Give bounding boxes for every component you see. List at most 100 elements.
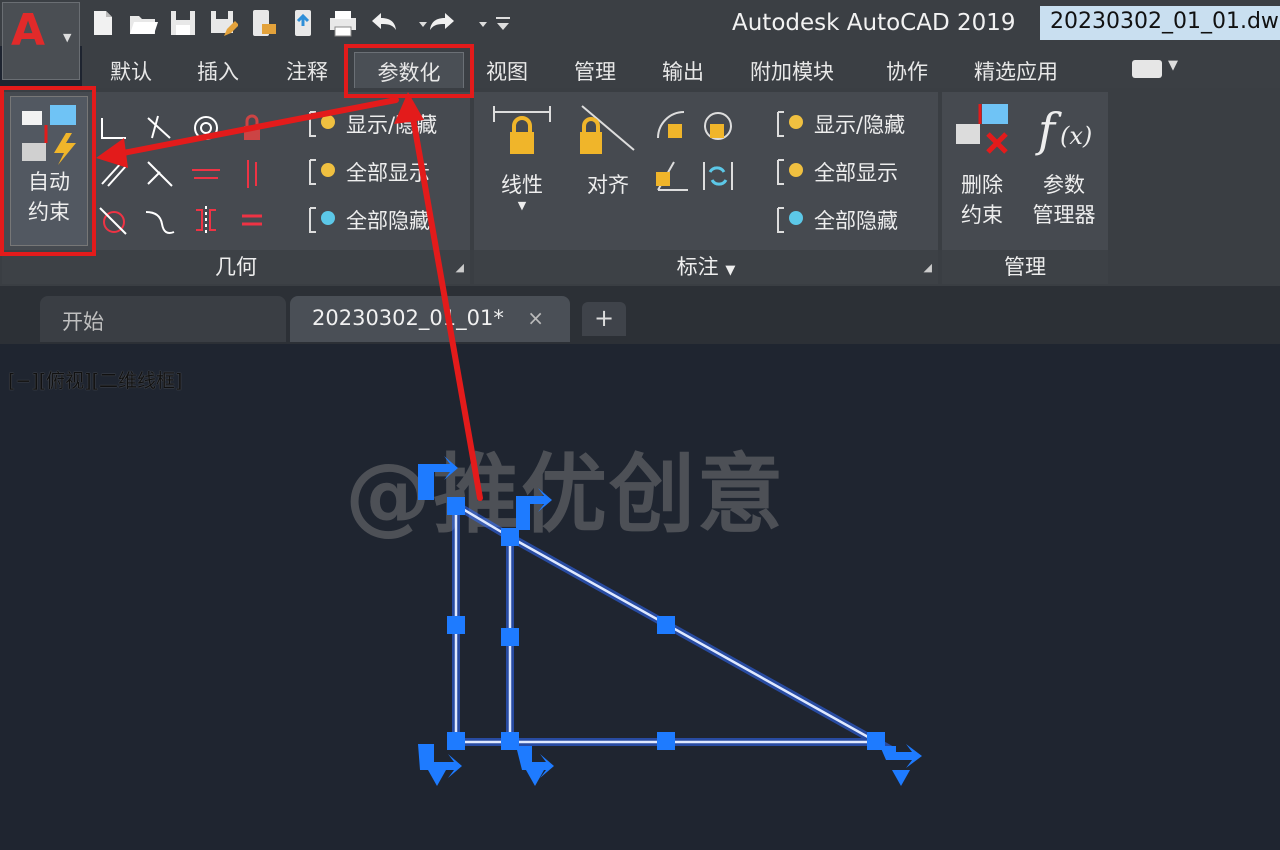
panel-manage: 删除 约束 f (x) 参数 管理器 管理 bbox=[942, 92, 1108, 284]
geo-show-hide-button[interactable]: 显示/隐藏 bbox=[306, 106, 437, 142]
doc-tab-start[interactable]: 开始 bbox=[40, 296, 286, 342]
dim-hide-all-button[interactable]: 全部隐藏 bbox=[774, 202, 898, 238]
quick-access-toolbar bbox=[88, 4, 510, 42]
dim-show-hide-button[interactable]: 显示/隐藏 bbox=[774, 106, 905, 142]
show-hide-constraint-icon bbox=[309, 111, 335, 137]
dialog-launcher-icon[interactable]: ◢ bbox=[924, 261, 932, 274]
convert-icon[interactable] bbox=[700, 158, 736, 194]
panel-dimensional-title[interactable]: 标注 ▼ bbox=[474, 250, 938, 284]
geo-hide-all-button[interactable]: 全部隐藏 bbox=[306, 202, 430, 238]
horizontal-icon[interactable] bbox=[190, 158, 222, 190]
ribbon: 自动 约束 显示/隐藏 全部显示 全部隐藏 几何 ◢ 线性 ▼ 对齐 显示/隐藏… bbox=[0, 88, 1280, 286]
fix-icon[interactable] bbox=[236, 112, 268, 144]
undo-dropdown-icon[interactable] bbox=[408, 8, 427, 38]
drawing-canvas[interactable]: [−][俯视][二维线框] @推优创意 bbox=[0, 344, 1280, 850]
aligned-label: 对齐 bbox=[587, 173, 629, 197]
radial-icon[interactable] bbox=[654, 108, 690, 144]
undo-icon[interactable] bbox=[368, 8, 398, 38]
ribbon-minimize-icon[interactable] bbox=[1132, 60, 1162, 78]
save-as-icon[interactable] bbox=[208, 8, 239, 38]
hide-all-dimensions-icon bbox=[777, 207, 803, 233]
aligned-button[interactable]: 对齐 bbox=[572, 102, 644, 200]
tab-view[interactable]: 视图 bbox=[486, 52, 528, 88]
vertical-icon[interactable] bbox=[236, 158, 268, 190]
svg-text:(x): (x) bbox=[1060, 122, 1092, 150]
plot-icon[interactable] bbox=[328, 8, 358, 38]
hide-all-constraints-icon bbox=[309, 207, 335, 233]
auto-constrain-icon bbox=[22, 105, 76, 165]
dim-show-all-label: 全部显示 bbox=[814, 161, 898, 185]
equal-icon[interactable] bbox=[236, 204, 268, 236]
autocad-logo-icon: A bbox=[11, 5, 46, 56]
coincident-icon[interactable] bbox=[98, 112, 130, 144]
chevron-down-icon[interactable]: ▼ bbox=[1168, 58, 1178, 73]
ribbon-tab-bar: 默认 插入 注释 参数化 视图 管理 输出 附加模块 协作 精选应用 ▼ bbox=[82, 46, 1280, 92]
dim-hide-all-label: 全部隐藏 bbox=[814, 209, 898, 233]
collinear-icon[interactable] bbox=[144, 112, 176, 144]
parameters-manager-label-1: 参数 bbox=[1043, 173, 1085, 197]
watermark-text: @推优创意 bbox=[345, 445, 785, 545]
tab-collaborate[interactable]: 协作 bbox=[886, 52, 928, 88]
share-icon[interactable] bbox=[288, 8, 318, 38]
tab-output[interactable]: 输出 bbox=[662, 52, 704, 88]
geo-show-hide-label: 显示/隐藏 bbox=[346, 113, 438, 137]
document-tab-bar: 开始 20230302_01_01* × + bbox=[0, 286, 1280, 344]
open-from-web-icon[interactable] bbox=[248, 8, 278, 38]
show-all-dimensions-icon bbox=[777, 159, 803, 185]
customize-icon[interactable] bbox=[488, 8, 510, 38]
close-icon[interactable]: × bbox=[527, 306, 544, 330]
show-all-constraints-icon bbox=[309, 159, 335, 185]
delete-constraints-label-2: 约束 bbox=[961, 203, 1003, 227]
title-bar: Autodesk AutoCAD 2019 20230302_01_01.dwg bbox=[0, 0, 1280, 46]
dim-show-all-button[interactable]: 全部显示 bbox=[774, 154, 898, 190]
new-icon[interactable] bbox=[88, 8, 118, 38]
tab-parametric[interactable]: 参数化 bbox=[354, 52, 464, 88]
delete-constraints-button[interactable]: 删除 约束 bbox=[946, 98, 1018, 230]
smooth-icon[interactable] bbox=[144, 204, 176, 236]
tab-insert[interactable]: 插入 bbox=[197, 52, 239, 88]
chevron-down-icon: ▼ bbox=[725, 263, 736, 278]
function-icon: f (x) bbox=[1035, 103, 1092, 157]
viewport-controls[interactable]: [−][俯视][二维线框] bbox=[8, 366, 182, 393]
panel-dimensional: 线性 ▼ 对齐 显示/隐藏 全部显示 全部隐藏 标注 ▼ ◢ bbox=[474, 92, 938, 284]
save-icon[interactable] bbox=[168, 8, 198, 38]
app-title: Autodesk AutoCAD 2019 bbox=[732, 10, 1016, 36]
tab-default[interactable]: 默认 bbox=[110, 52, 152, 88]
doc-tab-file-label: 20230302_01_01* bbox=[312, 306, 504, 330]
auto-constrain-button[interactable]: 自动 约束 bbox=[10, 96, 88, 246]
svg-text:f: f bbox=[1035, 103, 1062, 157]
tab-featured-apps[interactable]: 精选应用 bbox=[974, 52, 1058, 88]
open-icon[interactable] bbox=[128, 8, 158, 38]
redo-icon[interactable] bbox=[428, 8, 458, 38]
panel-geometry-title: 几何 bbox=[2, 250, 470, 284]
geo-hide-all-label: 全部隐藏 bbox=[346, 209, 430, 233]
linear-dimension-icon bbox=[493, 106, 551, 154]
new-tab-button[interactable]: + bbox=[582, 302, 626, 336]
tab-addins[interactable]: 附加模块 bbox=[750, 52, 834, 88]
redo-dropdown-icon[interactable] bbox=[468, 8, 487, 38]
tab-annotate[interactable]: 注释 bbox=[286, 52, 328, 88]
panel-geometry: 自动 约束 显示/隐藏 全部显示 全部隐藏 几何 ◢ bbox=[2, 92, 470, 284]
linear-label: 线性 bbox=[501, 173, 543, 197]
symmetric-icon[interactable] bbox=[190, 204, 222, 236]
file-title: 20230302_01_01.dwg bbox=[1040, 6, 1280, 40]
parameters-manager-button[interactable]: f (x) 参数 管理器 bbox=[1024, 98, 1104, 230]
application-menu-button[interactable]: A ▼ bbox=[2, 2, 80, 80]
concentric-icon[interactable] bbox=[190, 112, 222, 144]
doc-tab-file[interactable]: 20230302_01_01* × bbox=[290, 296, 570, 342]
tab-manage[interactable]: 管理 bbox=[574, 52, 616, 88]
diameter-icon[interactable] bbox=[700, 108, 736, 144]
geo-show-all-label: 全部显示 bbox=[346, 161, 430, 185]
perpendicular-icon[interactable] bbox=[144, 158, 176, 190]
auto-constrain-label-1: 自动 bbox=[28, 170, 70, 194]
angular-icon[interactable] bbox=[654, 158, 690, 194]
dialog-launcher-icon[interactable]: ◢ bbox=[456, 261, 464, 274]
geo-show-all-button[interactable]: 全部显示 bbox=[306, 154, 430, 190]
parallel-icon[interactable] bbox=[98, 158, 130, 190]
delete-constraints-label-1: 删除 bbox=[961, 173, 1003, 197]
aligned-dimension-icon bbox=[580, 105, 635, 154]
linear-button[interactable]: 线性 ▼ bbox=[486, 102, 558, 212]
chevron-down-icon[interactable]: ▼ bbox=[486, 200, 558, 212]
dim-show-hide-label: 显示/隐藏 bbox=[814, 113, 906, 137]
tangent-icon[interactable] bbox=[98, 204, 130, 236]
